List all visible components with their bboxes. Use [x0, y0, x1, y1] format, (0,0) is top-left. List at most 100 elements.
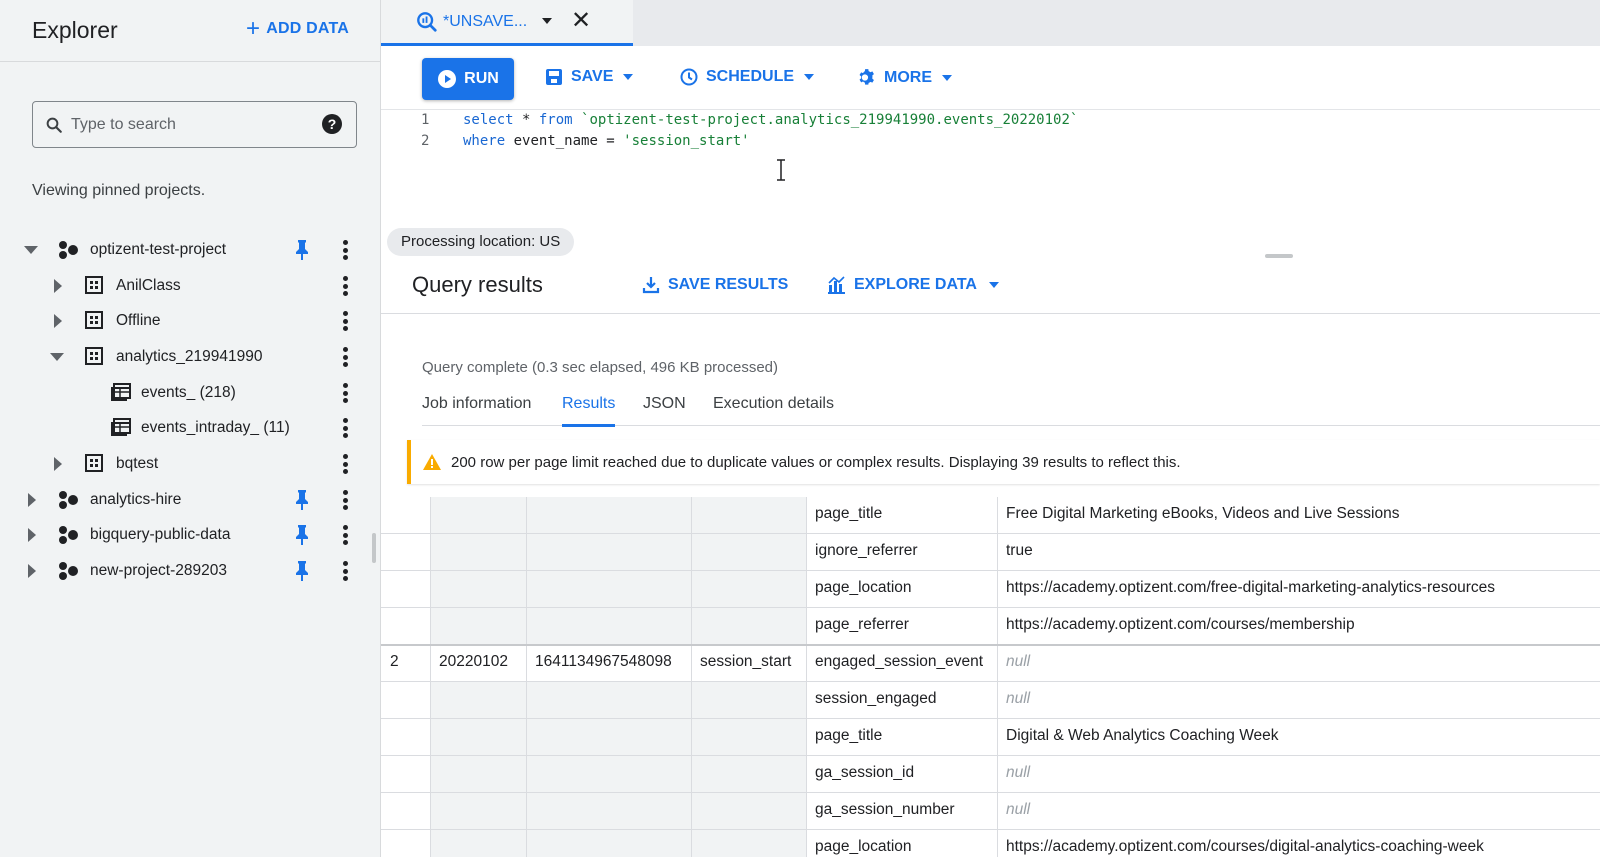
- more-vert-icon[interactable]: [341, 311, 349, 331]
- pin-icon[interactable]: [295, 490, 309, 510]
- cell-event-date: [431, 756, 527, 793]
- table-row: ignore_referrer true: [381, 534, 1600, 571]
- caret-right-icon[interactable]: [28, 493, 36, 507]
- caret-right-icon[interactable]: [28, 564, 36, 578]
- cell-event-timestamp: [527, 719, 692, 756]
- pin-icon[interactable]: [295, 525, 309, 545]
- cell-text: Free Digital Marketing eBooks, Videos an…: [1006, 505, 1400, 522]
- cell-text: null: [1006, 801, 1031, 818]
- cell-param-key: page_location: [807, 830, 998, 857]
- cell-event-timestamp: [527, 608, 692, 645]
- caret-right-icon[interactable]: [54, 457, 62, 471]
- sql-editor[interactable]: 1 2 select * from `optizent-test-project…: [381, 111, 1600, 225]
- cell-param-key: page_title: [807, 719, 998, 756]
- tree-item-bigquery-public-data[interactable]: bigquery-public-data: [0, 517, 370, 553]
- cell-text: page_location: [815, 579, 912, 596]
- caret-right-icon[interactable]: [54, 279, 62, 293]
- tree-item-events-intraday[interactable]: events_intraday_ (11): [0, 410, 370, 446]
- more-vert-icon[interactable]: [341, 454, 349, 474]
- cell-row-number: [381, 830, 431, 857]
- more-vert-icon[interactable]: [341, 240, 349, 260]
- cell-param-value: https://academy.optizent.com/courses/mem…: [998, 608, 1600, 645]
- text-cursor-icon: [777, 159, 785, 181]
- tree-item-analytics-hire[interactable]: analytics-hire: [0, 482, 370, 518]
- cell-event-name: [692, 571, 807, 608]
- sql-string: 'session_start': [623, 133, 750, 149]
- tree-item-offline[interactable]: Offline: [0, 303, 370, 339]
- more-vert-icon[interactable]: [341, 418, 349, 438]
- more-vert-icon[interactable]: [341, 490, 349, 510]
- sql-keyword: select: [463, 112, 514, 128]
- cell-text: ga_session_id: [815, 764, 915, 781]
- cell-event-date: [431, 571, 527, 608]
- explorer-header: Explorer + ADD DATA: [0, 0, 381, 62]
- cell-event-name: [692, 534, 807, 571]
- pinned-note: Viewing pinned projects.: [32, 182, 206, 199]
- tree-item-events[interactable]: events_ (218): [0, 375, 370, 411]
- more-vert-icon[interactable]: [341, 276, 349, 296]
- dataset-icon: [85, 276, 103, 294]
- dropdown-arrow-icon: [804, 74, 815, 80]
- save-results-button[interactable]: SAVE RESULTS: [642, 276, 788, 294]
- table-row: page_location https://academy.optizent.co…: [381, 571, 1600, 608]
- caret-down-icon[interactable]: [24, 246, 38, 254]
- pin-icon[interactable]: [295, 561, 309, 581]
- more-vert-icon[interactable]: [341, 525, 349, 545]
- save-button[interactable]: SAVE: [545, 68, 634, 86]
- table-row: session_engaged null: [381, 682, 1600, 719]
- tree-item-new-project-289203[interactable]: new-project-289203: [0, 553, 370, 589]
- caret-right-icon[interactable]: [28, 528, 36, 542]
- query-icon: [417, 12, 437, 32]
- clock-icon: [680, 68, 698, 86]
- results-grid: page_title Free Digital Marketing eBooks,…: [381, 497, 1600, 857]
- caret-right-icon[interactable]: [54, 314, 62, 328]
- more-vert-icon[interactable]: [341, 383, 349, 403]
- panel-resize-handle[interactable]: [372, 533, 376, 563]
- cell-text: null: [1006, 653, 1031, 670]
- tab-json[interactable]: JSON: [643, 395, 686, 413]
- help-icon[interactable]: ?: [322, 114, 342, 134]
- plus-icon: +: [246, 15, 261, 42]
- code-line[interactable]: select * from `optizent-test-project.ana…: [463, 112, 1078, 128]
- caret-down-icon[interactable]: [50, 353, 64, 361]
- tree-item-label: bigquery-public-data: [90, 526, 231, 543]
- cell-event-name: [692, 756, 807, 793]
- close-icon[interactable]: ✕: [571, 9, 591, 33]
- tree-item-label: events_intraday_ (11): [141, 419, 290, 436]
- search-input[interactable]: [71, 115, 311, 134]
- sql-text: *: [513, 112, 539, 128]
- tree-item-analytics-219941990[interactable]: analytics_219941990: [0, 339, 370, 375]
- cell-event-timestamp: [527, 571, 692, 608]
- tab-job-information[interactable]: Job information: [422, 395, 531, 413]
- explore-data-button[interactable]: EXPLORE DATA: [827, 276, 999, 294]
- tab-dropdown-icon[interactable]: [542, 18, 552, 24]
- tree-item-anilclass[interactable]: AnilClass: [0, 268, 370, 304]
- project-icon: [59, 491, 78, 509]
- cell-event-timestamp: [527, 830, 692, 857]
- pin-icon[interactable]: [295, 240, 309, 260]
- schedule-button[interactable]: SCHEDULE: [680, 68, 815, 86]
- sql-keyword: where: [463, 133, 506, 149]
- row-group-divider: [381, 644, 1600, 646]
- add-data-button[interactable]: + ADD DATA: [246, 15, 349, 42]
- table-row: ga_session_id null: [381, 756, 1600, 793]
- table-icon: [111, 418, 131, 436]
- save-results-label: SAVE RESULTS: [668, 276, 789, 293]
- run-button[interactable]: RUN: [422, 58, 514, 100]
- explorer-panel: Explorer + ADD DATA ? Viewing pinned pro…: [0, 0, 381, 857]
- tab-results[interactable]: Results: [562, 395, 616, 427]
- tab-execution-details[interactable]: Execution details: [713, 395, 834, 413]
- download-icon: [642, 277, 660, 294]
- tree-item-bqtest[interactable]: bqtest: [0, 446, 370, 482]
- explorer-search[interactable]: ?: [32, 101, 357, 148]
- splitter-handle[interactable]: [1265, 254, 1293, 258]
- tab-unsaved-query[interactable]: *UNSAVE... ✕: [381, 0, 633, 46]
- more-vert-icon[interactable]: [341, 347, 349, 367]
- run-label: RUN: [464, 70, 499, 87]
- tree-item-optizent-test-project[interactable]: optizent-test-project: [0, 232, 370, 268]
- table-row: ga_session_number null: [381, 793, 1600, 830]
- tab-label: *UNSAVE...: [443, 13, 528, 30]
- more-button[interactable]: MORE: [857, 68, 952, 87]
- code-line[interactable]: where event_name = 'session_start': [463, 133, 750, 149]
- more-vert-icon[interactable]: [341, 561, 349, 581]
